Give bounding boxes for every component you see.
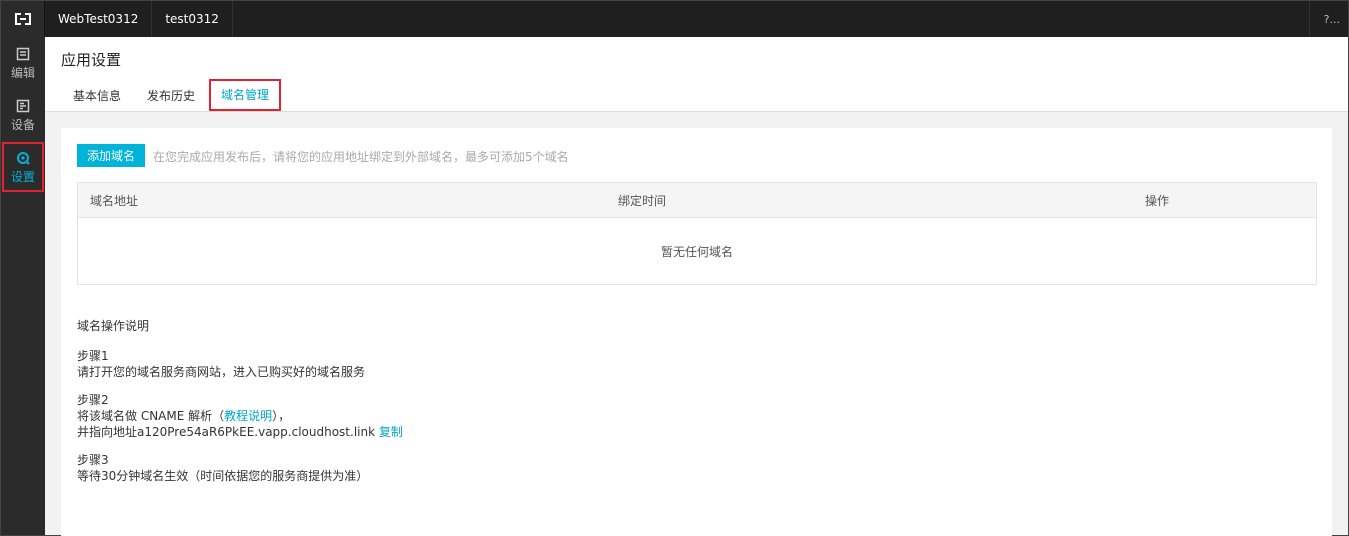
- guide-step-2: 步骤2 将该域名做 CNAME 解析（教程说明）， 并指向地址a120Pre54…: [77, 392, 403, 440]
- step-title: 步骤1: [77, 349, 109, 363]
- guide-step-1: 步骤1 请打开您的域名服务商网站，进入已购买好的域名服务: [77, 348, 403, 380]
- sidebar-item-edit[interactable]: 编辑: [1, 37, 45, 89]
- step-text: 请打开您的域名服务商网站，进入已购买好的域名服务: [77, 365, 366, 379]
- sidebar-item-label: 编辑: [10, 65, 35, 80]
- sidebar-item-settings[interactable]: 设置: [1, 141, 45, 193]
- table-empty-state: 暂无任何域名: [660, 244, 733, 259]
- help-text: ?...: [1323, 12, 1340, 26]
- help-menu[interactable]: ?...: [1308, 1, 1348, 37]
- logo-icon: [14, 13, 32, 25]
- step-text: 等待30分钟域名生效（时间依据您的服务商提供为准）: [77, 469, 369, 483]
- step-text: 将该域名做 CNAME 解析（教程说明），: [77, 408, 403, 424]
- step2-suffix: ），: [272, 409, 291, 423]
- column-domain-address: 域名地址: [90, 193, 139, 208]
- tab-publish-history[interactable]: 发布历史: [135, 79, 207, 111]
- tab-basic-info[interactable]: 基本信息: [61, 79, 133, 111]
- sidebar: 编辑 设备 设置: [1, 37, 45, 535]
- domain-guide: 域名操作说明 步骤1 请打开您的域名服务商网站，进入已购买好的域名服务 步骤2 …: [77, 318, 403, 496]
- edit-icon: [16, 46, 30, 62]
- copy-link[interactable]: 复制: [379, 425, 403, 439]
- device-icon: [16, 98, 30, 114]
- column-bind-time: 绑定时间: [618, 193, 667, 208]
- step-title: 步骤3: [77, 453, 109, 467]
- add-domain-hint: 在您完成应用发布后，请将您的应用地址绑定到外部域名，最多可添加5个域名: [153, 150, 569, 164]
- tab-domain-management[interactable]: 域名管理: [209, 79, 282, 111]
- page-header: 应用设置 基本信息 发布历史 域名管理: [45, 37, 1348, 112]
- page-title: 应用设置: [61, 51, 122, 69]
- add-domain-button[interactable]: 添加域名: [77, 144, 146, 167]
- step2-prefix: 将该域名做 CNAME 解析（: [77, 409, 225, 423]
- sidebar-item-label: 设置: [10, 169, 35, 184]
- settings-icon: [16, 150, 30, 166]
- guide-title: 域名操作说明: [77, 319, 150, 333]
- tutorial-link[interactable]: 教程说明: [224, 409, 272, 423]
- app-name-tab[interactable]: WebTest0312: [45, 1, 153, 37]
- step-text: 并指向地址a120Pre54aR6PkEE.vapp.cloudhost.lin…: [77, 424, 403, 440]
- domain-panel: 添加域名 在您完成应用发布后，请将您的应用地址绑定到外部域名，最多可添加5个域名…: [61, 128, 1332, 536]
- cname-target-address: 并指向地址a120Pre54aR6PkEE.vapp.cloudhost.lin…: [77, 425, 376, 439]
- domain-table: 域名地址 绑定时间 操作 暂无任何域名: [77, 182, 1317, 285]
- settings-tabs: 基本信息 发布历史 域名管理: [61, 79, 283, 111]
- column-actions: 操作: [1145, 193, 1170, 208]
- logo[interactable]: [1, 1, 45, 37]
- table-header: 域名地址 绑定时间 操作: [78, 183, 1316, 218]
- env-name-tab[interactable]: test0312: [152, 1, 233, 37]
- sidebar-item-label: 设备: [10, 117, 35, 132]
- sidebar-item-device[interactable]: 设备: [1, 89, 45, 141]
- top-bar: WebTest0312 test0312 ?...: [1, 1, 1348, 37]
- step-title: 步骤2: [77, 393, 109, 407]
- guide-step-3: 步骤3 等待30分钟域名生效（时间依据您的服务商提供为准）: [77, 452, 403, 484]
